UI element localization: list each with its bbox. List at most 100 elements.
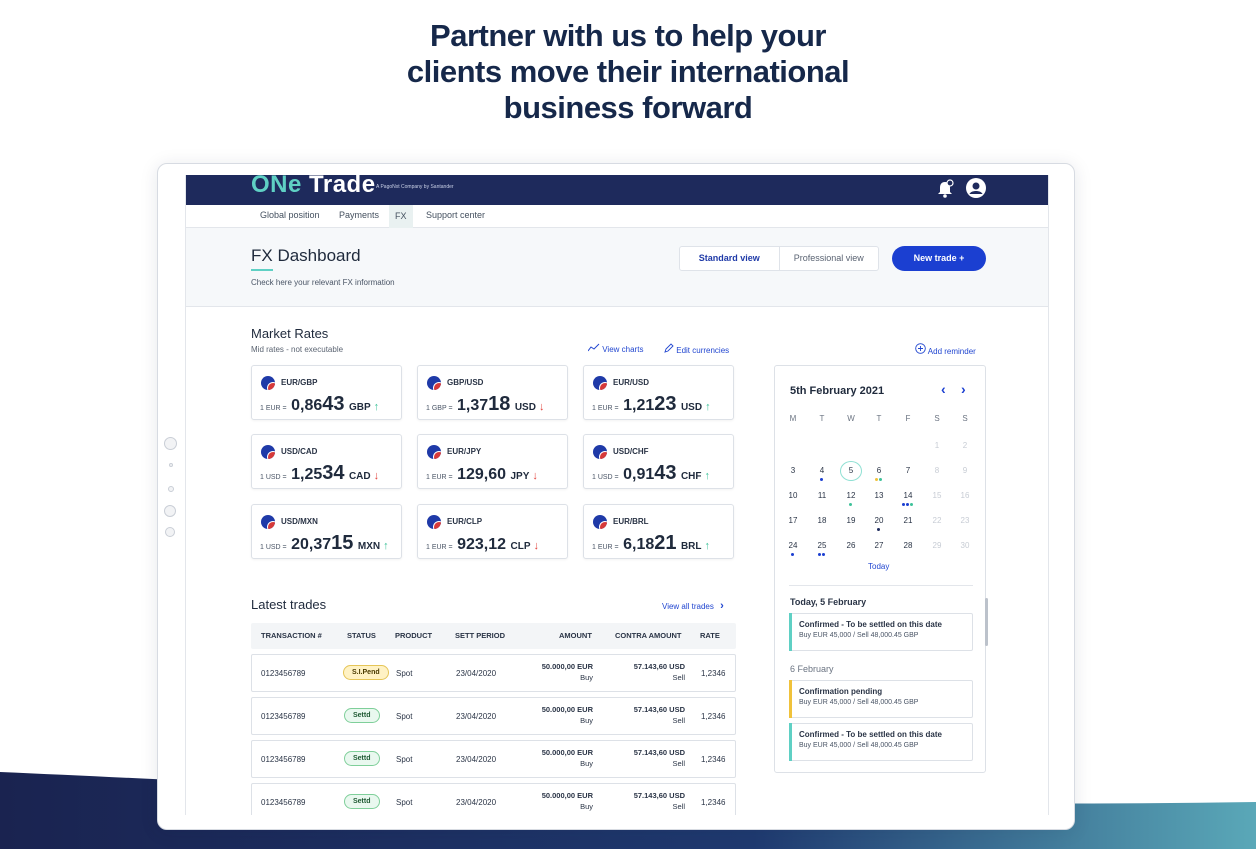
calendar-day[interactable]: 3 <box>783 466 803 475</box>
brand-logo[interactable]: ONe Trade <box>251 175 376 199</box>
calendar-day[interactable]: 11 <box>812 491 832 500</box>
calendar-day[interactable]: 18 <box>812 516 832 525</box>
calendar-day[interactable]: 28 <box>898 541 918 550</box>
contra-value: 57.143,60 USD <box>633 662 685 671</box>
column-header[interactable]: AMOUNT <box>559 631 592 640</box>
column-header[interactable]: STATUS <box>347 631 376 640</box>
rate-card[interactable]: EUR/BRL 1 EUR = 6,1821 BRL ↑ <box>583 504 734 559</box>
tablet-camera <box>164 437 177 450</box>
view-charts-link[interactable]: View charts <box>587 343 644 354</box>
currency-pair: USD/MXN <box>281 517 318 526</box>
professional-view-button[interactable]: Professional view <box>780 247 879 270</box>
nav-payments[interactable]: Payments <box>339 210 379 220</box>
contra-side: Sell <box>672 673 685 682</box>
amount: 50.000,00 EUR Buy <box>542 790 593 812</box>
rate-main: 1,37 <box>456 397 489 414</box>
currency-flag-icon <box>593 515 607 529</box>
currency-pair: EUR/CLP <box>447 517 483 526</box>
rate-card[interactable]: EUR/USD 1 EUR = 1,2123 USD ↑ <box>583 365 734 420</box>
column-header[interactable]: SETT PERIOD <box>455 631 505 640</box>
chevron-right-icon[interactable]: › <box>961 381 966 397</box>
event-card[interactable]: Confirmation pending Buy EUR 45,000 / Se… <box>789 680 973 718</box>
currency-pair: EUR/BRL <box>613 517 649 526</box>
calendar-day[interactable]: 22 <box>927 516 947 525</box>
rate-card[interactable]: EUR/GBP 1 EUR = 0,8643 GBP ↑ <box>251 365 402 420</box>
currency-flag-icon <box>427 445 441 459</box>
column-header[interactable]: TRANSACTION # <box>261 631 322 640</box>
calendar-day[interactable]: 4 <box>812 466 832 475</box>
rate-value: 1 USD = 0,9143 CHF ↑ <box>592 462 710 485</box>
calendar-day[interactable]: 10 <box>783 491 803 500</box>
table-row[interactable]: 0123456789 Settd Spot 23/04/2020 50.000,00 E… <box>251 740 736 778</box>
calendar-day[interactable]: 8 <box>927 466 947 475</box>
rate-currency: JPY <box>510 471 530 482</box>
trend-down-icon: ↓ <box>373 470 380 482</box>
currency-pair: GBP/USD <box>447 378 484 387</box>
calendar-today-link[interactable]: Today <box>868 562 889 571</box>
calendar-day[interactable]: 7 <box>898 466 918 475</box>
column-header[interactable]: PRODUCT <box>395 631 432 640</box>
calendar-day[interactable]: 16 <box>955 491 975 500</box>
rate-pips: 34 <box>322 462 345 484</box>
table-row[interactable]: 0123456789 Settd Spot 23/04/2020 50.000,00 E… <box>251 783 736 815</box>
event-status-bar <box>789 723 792 761</box>
calendar-day[interactable]: 15 <box>927 491 947 500</box>
calendar-day[interactable]: 6 <box>869 466 889 475</box>
nav-fx[interactable]: FX <box>389 205 413 228</box>
weekday-label: T <box>876 414 882 423</box>
calendar-day[interactable]: 9 <box>955 466 975 475</box>
calendar-day[interactable]: 26 <box>841 541 861 550</box>
calendar-day[interactable]: 20 <box>869 516 889 525</box>
rate-currency: CLP <box>510 541 531 552</box>
calendar-day[interactable]: 30 <box>955 541 975 550</box>
edit-currencies-link[interactable]: Edit currencies <box>664 343 729 355</box>
notification-bell-icon[interactable] <box>936 179 954 199</box>
column-header[interactable]: CONTRA AMOUNT <box>615 631 682 640</box>
rate-card[interactable]: USD/CAD 1 USD = 1,2534 CAD ↓ <box>251 434 402 489</box>
nav-support-center[interactable]: Support center <box>426 210 485 220</box>
product: Spot <box>396 755 413 764</box>
nav-global-position[interactable]: Global position <box>260 210 320 220</box>
table-row[interactable]: 0123456789 S.I.Pend Spot 23/04/2020 50.000,0… <box>251 654 736 692</box>
calendar-day[interactable]: 23 <box>955 516 975 525</box>
add-reminder-link[interactable]: Add reminder <box>915 343 976 356</box>
table-row[interactable]: 0123456789 Settd Spot 23/04/2020 50.000,00 E… <box>251 697 736 735</box>
view-charts-label: View charts <box>602 345 644 354</box>
trend-down-icon: ↓ <box>533 540 540 552</box>
calendar-day[interactable]: 1 <box>927 441 947 450</box>
trend-up-icon: ↑ <box>383 540 389 552</box>
new-trade-button[interactable]: New trade + <box>892 246 986 271</box>
app-screen: ONe Trade A PagoNxt Company by Santander… <box>185 175 1049 815</box>
calendar-day[interactable]: 29 <box>927 541 947 550</box>
event-detail: Buy EUR 45,000 / Sell 48,000.45 GBP <box>799 632 919 639</box>
rate-card[interactable]: USD/CHF 1 USD = 0,9143 CHF ↑ <box>583 434 734 489</box>
events-scrollbar[interactable] <box>985 598 988 646</box>
calendar-day[interactable]: 2 <box>955 441 975 450</box>
view-all-trades-link[interactable]: View all trades › <box>662 600 724 612</box>
calendar-day[interactable]: 12 <box>841 491 861 500</box>
event-card[interactable]: Confirmed - To be settled on this date B… <box>789 613 973 651</box>
calendar-day[interactable]: 25 <box>812 541 832 550</box>
calendar-day[interactable]: 24 <box>783 541 803 550</box>
rate-card[interactable]: EUR/CLP 1 EUR = 923,12 CLP ↓ <box>417 504 568 559</box>
rate-card[interactable]: GBP/USD 1 GBP = 1,3718 USD ↓ <box>417 365 568 420</box>
event-card[interactable]: Confirmed - To be settled on this date B… <box>789 723 973 761</box>
top-bar: ONe Trade A PagoNxt Company by Santander <box>186 175 1048 205</box>
standard-view-button[interactable]: Standard view <box>680 247 780 270</box>
column-header[interactable]: RATE <box>700 631 720 640</box>
calendar-day[interactable]: 17 <box>783 516 803 525</box>
rate-pips: 21 <box>654 532 677 554</box>
calendar-day[interactable]: 5 <box>840 461 862 481</box>
rate: 1,2346 <box>701 669 726 678</box>
calendar-day[interactable]: 21 <box>898 516 918 525</box>
rate-currency: MXN <box>357 541 381 552</box>
rate-card[interactable]: EUR/JPY 1 EUR = 129,60 JPY ↓ <box>417 434 568 489</box>
rate-card[interactable]: USD/MXN 1 USD = 20,3715 MXN ↑ <box>251 504 402 559</box>
chevron-left-icon[interactable]: ‹ <box>941 381 946 397</box>
amount: 50.000,00 EUR Buy <box>542 704 593 726</box>
user-avatar-icon[interactable] <box>966 178 986 198</box>
calendar-day[interactable]: 13 <box>869 491 889 500</box>
calendar-day[interactable]: 14 <box>898 491 918 500</box>
calendar-day[interactable]: 27 <box>869 541 889 550</box>
calendar-day[interactable]: 19 <box>841 516 861 525</box>
